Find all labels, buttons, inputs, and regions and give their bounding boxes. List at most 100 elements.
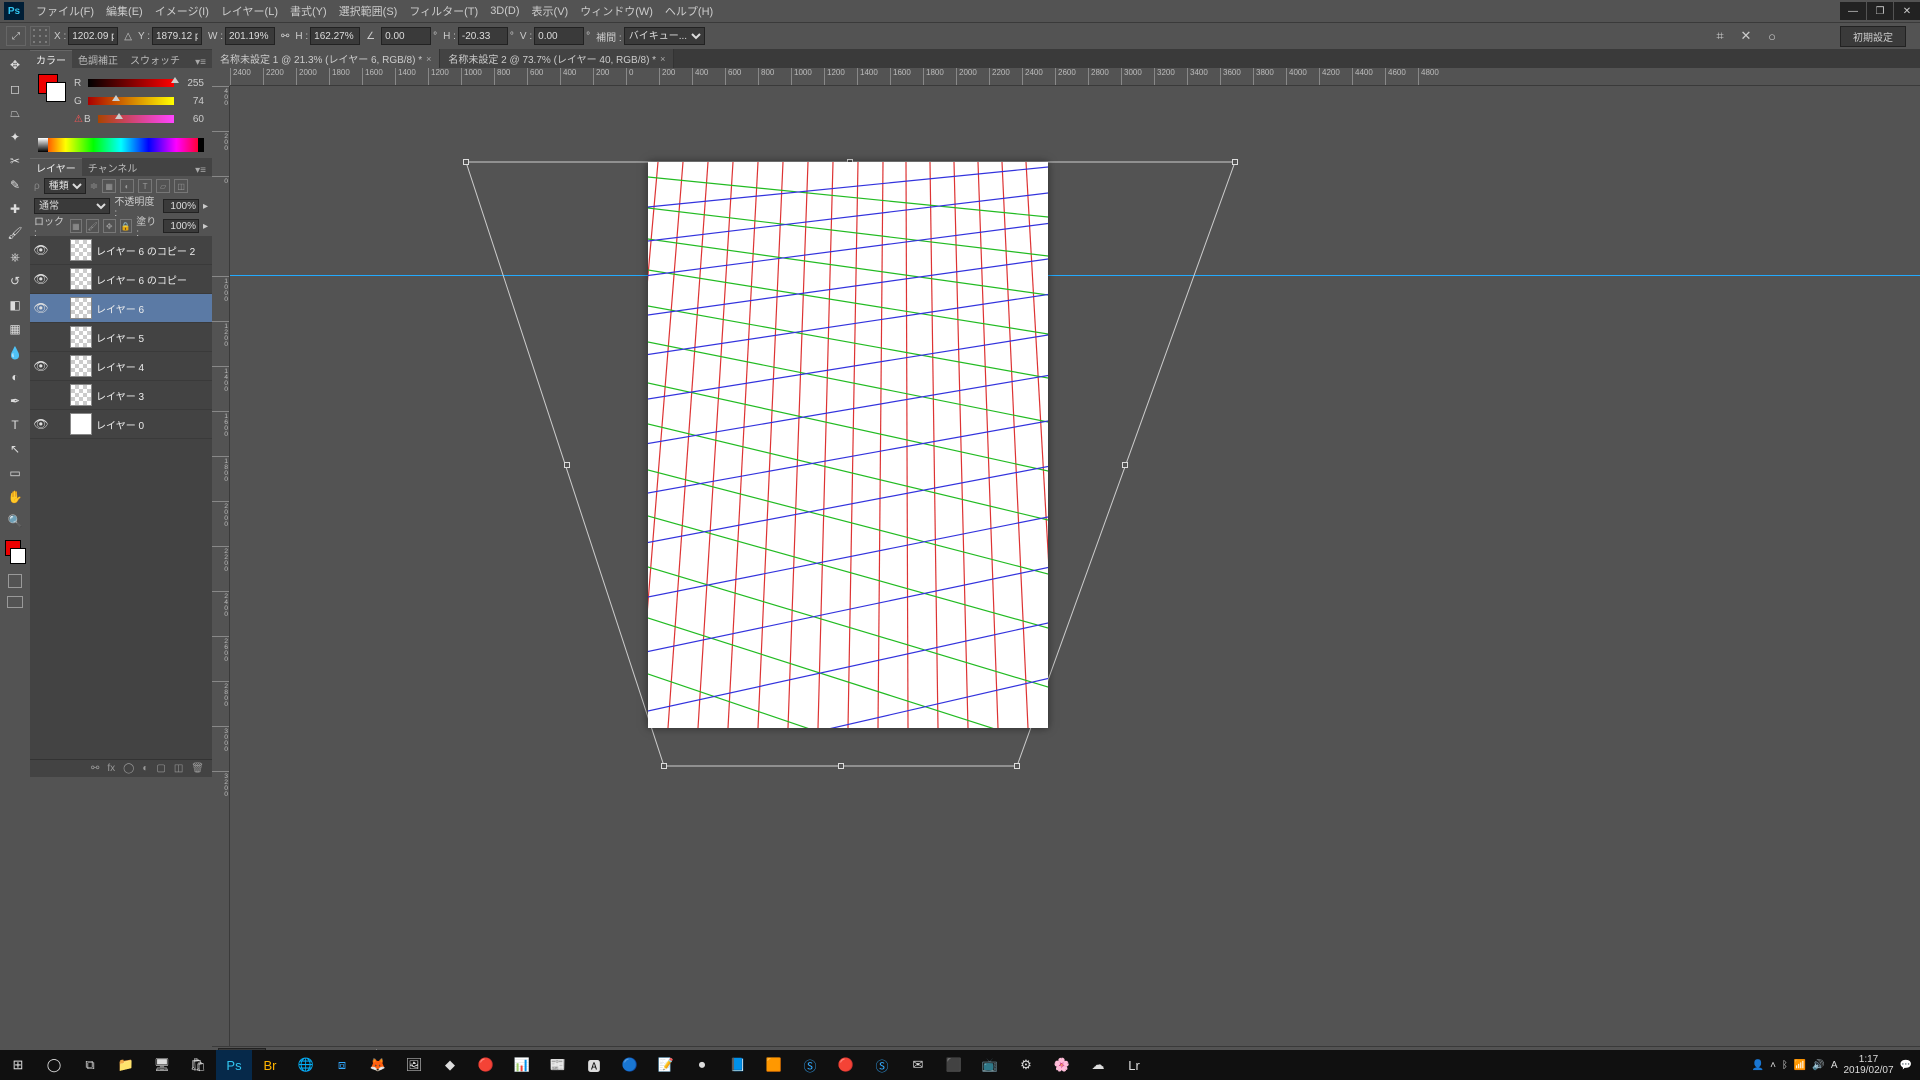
commit-transform-icon[interactable]: ○ [1764, 28, 1780, 44]
gradient-tool[interactable]: ▦ [3, 318, 27, 340]
layer-thumb[interactable] [70, 268, 92, 290]
layer-item[interactable]: 👁 レイヤー 0 [30, 410, 212, 439]
handle-bl[interactable] [661, 763, 667, 769]
layer-item[interactable]: レイヤー 5 [30, 323, 212, 352]
x-input[interactable] [68, 27, 118, 45]
handle-ml[interactable] [564, 462, 570, 468]
app14-icon[interactable]: 🌸 [1044, 1050, 1080, 1080]
lightroom-icon[interactable]: Lr [1116, 1050, 1152, 1080]
stamp-tool[interactable]: ⎈ [3, 246, 27, 268]
tab-adjust[interactable]: 色調補正 [72, 50, 124, 68]
menu-layer[interactable]: レイヤー(L) [215, 0, 284, 22]
handle-mr[interactable] [1122, 462, 1128, 468]
store-icon[interactable]: 🛍 [180, 1050, 216, 1080]
ruler-horizontal[interactable]: 2400220020001800160014001200100080060040… [230, 68, 1920, 86]
menu-3d[interactable]: 3D(D) [484, 0, 525, 22]
bg-swatch[interactable] [46, 82, 66, 102]
layer-item[interactable]: 👁 レイヤー 6 のコピー [30, 265, 212, 294]
r-slider[interactable] [88, 79, 174, 87]
app2-icon[interactable]: 🖼 [396, 1050, 432, 1080]
explorer-icon[interactable]: 📁 [108, 1050, 144, 1080]
wand-tool[interactable]: ✦ [3, 126, 27, 148]
dodge-tool[interactable]: ◐ [3, 366, 27, 388]
lock-all-icon[interactable]: 🔒 [120, 219, 133, 233]
delete-layer-icon[interactable]: 🗑 [191, 763, 204, 774]
blur-tool[interactable]: 💧 [3, 342, 27, 364]
w-input[interactable] [225, 27, 275, 45]
firefox-icon[interactable]: 🦊 [360, 1050, 396, 1080]
ruler-vertical[interactable]: 4002000100012001400160018002000220024002… [212, 86, 230, 1048]
artboard[interactable] [648, 162, 1048, 728]
filter-type-icon[interactable]: T [138, 179, 152, 193]
filter-smart-icon[interactable]: ◫ [174, 179, 188, 193]
chrome-icon[interactable]: 🔵 [612, 1050, 648, 1080]
layer-thumb[interactable] [70, 355, 92, 377]
dropbox-icon[interactable]: ⧈ [324, 1050, 360, 1080]
g-slider[interactable] [88, 97, 174, 105]
menu-file[interactable]: ファイル(F) [30, 0, 100, 22]
app9-icon[interactable]: 🟧 [756, 1050, 792, 1080]
visibility-icon[interactable]: 👁 [30, 243, 52, 257]
visibility-icon[interactable]: 👁 [30, 301, 52, 315]
ime-icon[interactable]: A [1831, 1060, 1838, 1071]
menu-view[interactable]: 表示(V) [526, 0, 575, 22]
app10-icon[interactable]: 🔴 [828, 1050, 864, 1080]
marquee-tool[interactable]: ◻ [3, 78, 27, 100]
layer-item[interactable]: 👁 レイヤー 6 [30, 294, 212, 323]
background-color[interactable] [10, 548, 26, 564]
handle-tl[interactable] [463, 159, 469, 165]
browser-icon[interactable]: 🌐 [288, 1050, 324, 1080]
h-input[interactable] [310, 27, 360, 45]
handle-tr[interactable] [1232, 159, 1238, 165]
cortana-icon[interactable]: ◯ [36, 1050, 72, 1080]
eyedropper-tool[interactable]: ✎ [3, 174, 27, 196]
hskew-input[interactable] [458, 27, 508, 45]
interp-select[interactable]: バイキュー... [624, 27, 705, 45]
shape-tool[interactable]: ▭ [3, 462, 27, 484]
app4-icon[interactable]: 🔴 [468, 1050, 504, 1080]
app-icon[interactable]: 🖥 [144, 1050, 180, 1080]
layer-item[interactable]: レイヤー 3 [30, 381, 212, 410]
mask-icon[interactable]: ◯ [123, 763, 134, 774]
link-layers-icon[interactable]: ⚯ [91, 763, 99, 774]
reset-button[interactable]: 初期設定 [1840, 26, 1906, 47]
layer-filter-select[interactable]: 種類 [44, 178, 86, 194]
doc-tab-1[interactable]: 名称未設定 1 @ 21.3% (レイヤー 6, RGB/8) *× [212, 49, 440, 68]
tab-channels[interactable]: チャンネル [82, 158, 144, 176]
group-icon[interactable]: ▢ [156, 763, 165, 774]
lock-trans-icon[interactable]: ▦ [70, 219, 83, 233]
handle-bm[interactable] [838, 763, 844, 769]
crop-tool[interactable]: ✂ [3, 150, 27, 172]
warp-icon[interactable]: ⌗ [1712, 28, 1728, 44]
skype-icon[interactable]: Ⓢ [792, 1050, 828, 1080]
notifications-icon[interactable]: 💬 [1900, 1060, 1912, 1071]
opacity-popup-icon[interactable]: ▸ [203, 201, 208, 212]
start-button[interactable]: ⊞ [0, 1050, 36, 1080]
app6-icon[interactable]: 📰 [540, 1050, 576, 1080]
window-minimize[interactable]: — [1840, 2, 1866, 20]
app11-icon[interactable]: ⬛ [936, 1050, 972, 1080]
filter-shape-icon[interactable]: ▱ [156, 179, 170, 193]
visibility-icon[interactable]: 👁 [30, 359, 52, 373]
y-input[interactable] [152, 27, 202, 45]
lock-pixel-icon[interactable]: 🖌 [86, 219, 99, 233]
clock[interactable]: 1:17 2019/02/07 [1843, 1054, 1893, 1076]
type-tool[interactable]: T [3, 414, 27, 436]
cancel-transform-icon[interactable]: ✕ [1738, 28, 1754, 44]
fill-popup-icon[interactable]: ▸ [203, 221, 208, 232]
network-icon[interactable]: 📶 [1794, 1060, 1806, 1071]
app8-icon[interactable]: 📘 [720, 1050, 756, 1080]
photoshop-taskbar-icon[interactable]: Ps [216, 1050, 252, 1080]
new-layer-icon[interactable]: ◫ [174, 763, 183, 774]
tab-layers[interactable]: レイヤー [30, 158, 82, 176]
transform-tool-icon[interactable]: ⤢ [6, 26, 26, 46]
menu-select[interactable]: 選択範囲(S) [333, 0, 404, 22]
lock-pos-icon[interactable]: ✥ [103, 219, 116, 233]
window-close[interactable]: ✕ [1894, 2, 1920, 20]
doc-tab-2[interactable]: 名称未設定 2 @ 73.7% (レイヤー 40, RGB/8) *× [440, 49, 674, 68]
layer-item[interactable]: 👁 レイヤー 4 [30, 352, 212, 381]
vskew-input[interactable] [534, 27, 584, 45]
handle-br[interactable] [1014, 763, 1020, 769]
tab-swatches[interactable]: スウォッチ [124, 50, 186, 68]
visibility-icon[interactable]: 👁 [30, 272, 52, 286]
